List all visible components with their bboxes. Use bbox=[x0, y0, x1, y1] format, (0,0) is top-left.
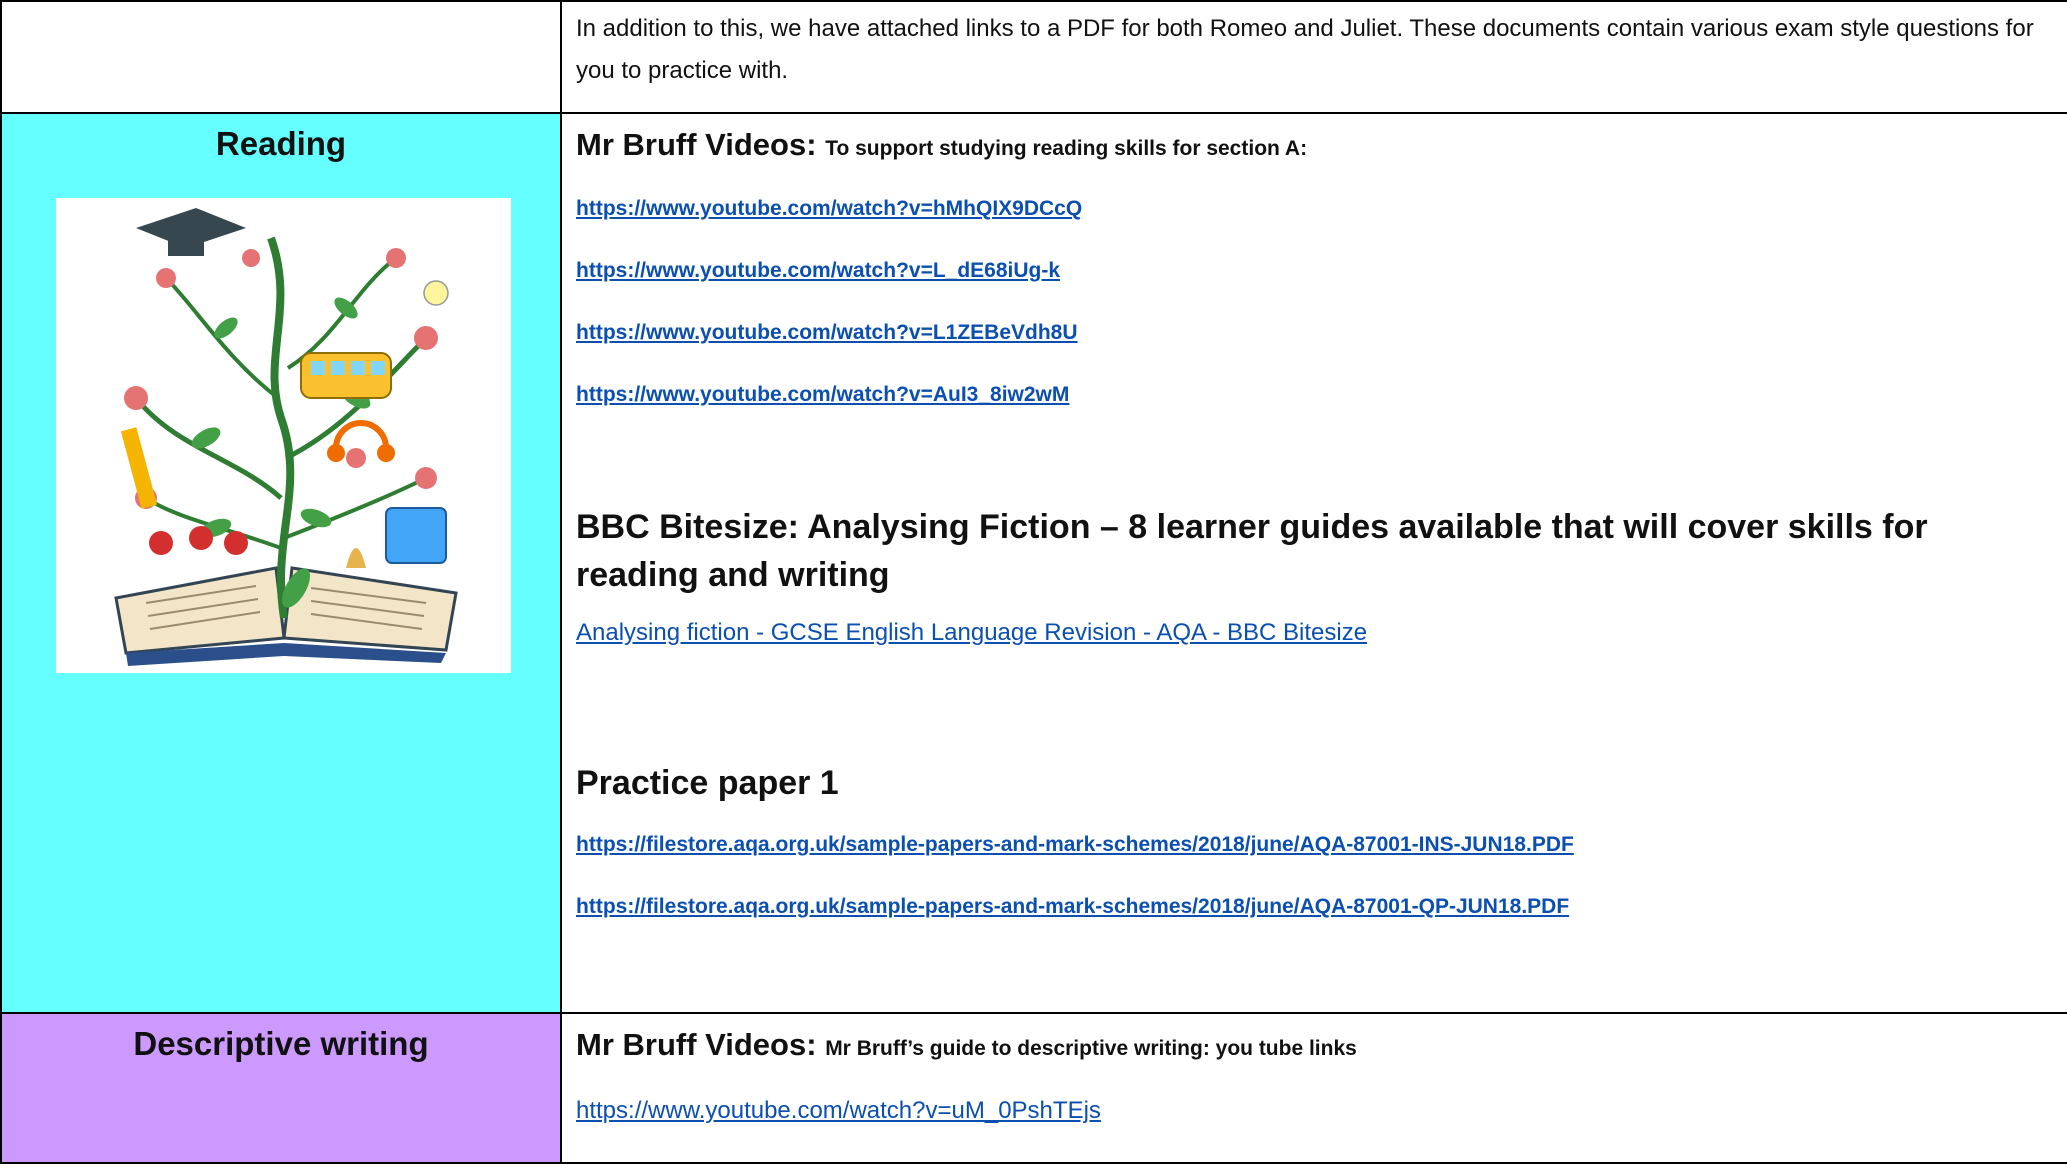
descriptive-row: Descriptive writing Mr Bruff Videos: Mr … bbox=[0, 1012, 2067, 1164]
reading-title: Reading bbox=[215, 125, 347, 162]
bruff-video-link-4[interactable]: https://www.youtube.com/watch?v=AuI3_8iw… bbox=[576, 379, 2053, 411]
descriptive-title: Descriptive writing bbox=[133, 1025, 429, 1062]
practice-paper-heading: Practice paper 1 bbox=[576, 764, 839, 802]
bbc-bitesize-heading: BBC Bitesize: Analysing Fiction – 8 lear… bbox=[576, 508, 1928, 594]
intro-row: In addition to this, we have attached li… bbox=[0, 0, 2067, 114]
practice-paper-link-1[interactable]: https://filestore.aqa.org.uk/sample-pape… bbox=[576, 829, 2053, 861]
descriptive-bruff-subheading-text: Mr Bruff’s guide to descriptive writing:… bbox=[825, 1037, 1357, 1060]
descriptive-content-cell: Mr Bruff Videos: Mr Bruff’s guide to des… bbox=[560, 1012, 2067, 1164]
bruff-heading-text: Mr Bruff Videos: bbox=[576, 127, 817, 162]
intro-text: In addition to this, we have attached li… bbox=[576, 15, 2034, 84]
bruff-video-link-1[interactable]: https://www.youtube.com/watch?v=hMhQIX9D… bbox=[576, 193, 2053, 225]
descriptive-bruff-heading: Mr Bruff Videos: Mr Bruff’s guide to des… bbox=[576, 1027, 2053, 1067]
descriptive-label-cell: Descriptive writing bbox=[0, 1012, 562, 1164]
reading-bruff-heading: Mr Bruff Videos: To support studying rea… bbox=[576, 127, 2053, 167]
reading-content-cell: Mr Bruff Videos: To support studying rea… bbox=[560, 112, 2067, 1014]
intro-left-cell bbox=[0, 0, 562, 114]
descriptive-bruff-heading-text: Mr Bruff Videos: bbox=[576, 1027, 817, 1062]
bruff-video-link-3[interactable]: https://www.youtube.com/watch?v=L1ZEBeVd… bbox=[576, 317, 2053, 349]
intro-right-cell: In addition to this, we have attached li… bbox=[560, 0, 2067, 114]
practice-paper-link-2[interactable]: https://filestore.aqa.org.uk/sample-pape… bbox=[576, 891, 2053, 923]
bbc-bitesize-link[interactable]: Analysing fiction - GCSE English Languag… bbox=[576, 617, 2053, 649]
bruff-video-link-2[interactable]: https://www.youtube.com/watch?v=L_dE68iU… bbox=[576, 255, 2053, 287]
book-tree-illustration bbox=[56, 198, 511, 673]
bruff-subheading-text: To support studying reading skills for s… bbox=[825, 137, 1308, 160]
reading-label-cell: Reading bbox=[0, 112, 562, 1014]
descriptive-video-link[interactable]: https://www.youtube.com/watch?v=uM_0PshT… bbox=[576, 1095, 2053, 1127]
resource-table: In addition to this, we have attached li… bbox=[0, 0, 2067, 1164]
reading-row: Reading Mr Bruff Videos: To support stud… bbox=[0, 112, 2067, 1014]
